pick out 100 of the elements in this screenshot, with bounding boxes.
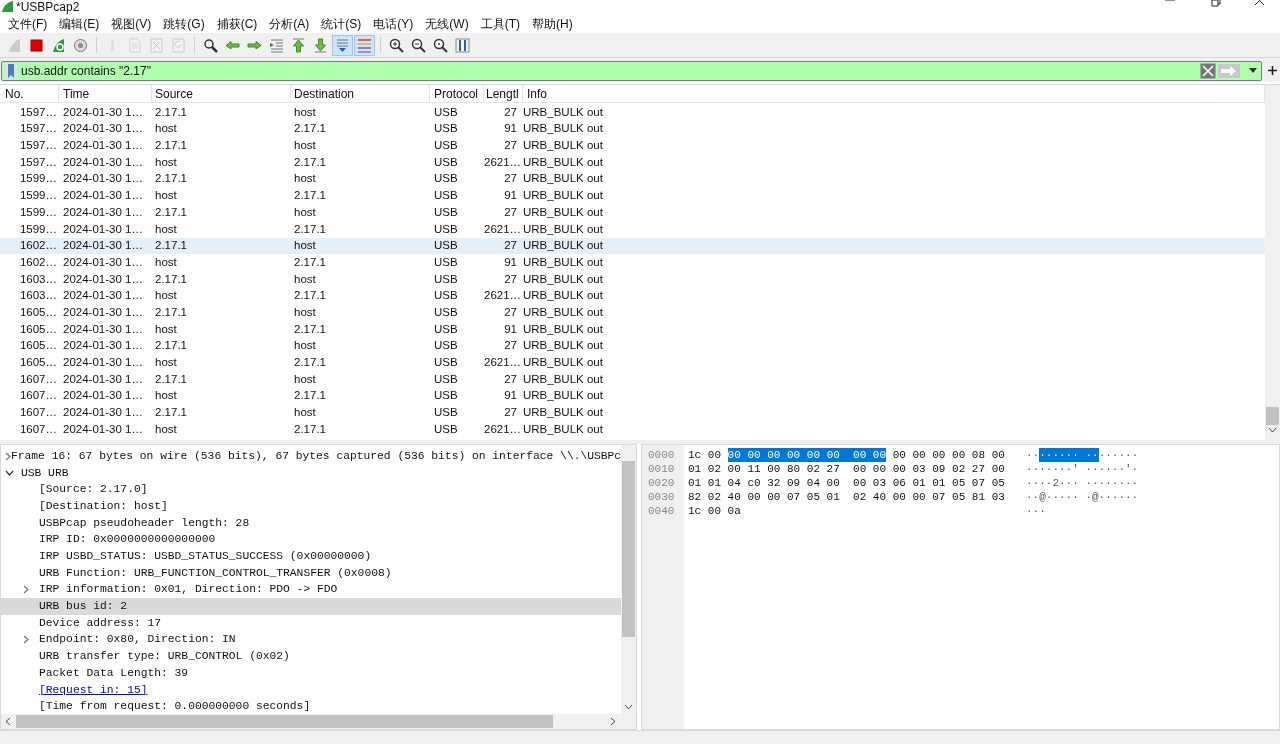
packet-row[interactable]: 1607… 2024-01-30 1… 2.17.1 host USB 27 URB_BULK out (0, 371, 1265, 388)
table-cell-text: 1605… (18, 355, 58, 371)
dropdown-caret-icon[interactable] (1249, 68, 1257, 73)
table-cell-text: 1599… (18, 188, 58, 204)
packet-row[interactable]: 1597… 2024-01-30 1… 2.17.1 host USB 27 URB_BULK out (0, 104, 1265, 121)
menu-item[interactable]: 捕获(C) (210, 15, 264, 33)
packet-row[interactable]: 1605… 2024-01-30 1… 2.17.1 host USB 27 URB_BULK out (0, 337, 1265, 355)
tree-row[interactable]: IRP ID: 0x0000000000000000 (1, 531, 621, 549)
tree-row[interactable]: Packet Data Length: 39 (1, 664, 621, 682)
table-cell-text: 1605… (18, 321, 58, 337)
filter-field[interactable]: usb.addr contains "2.17" (1, 60, 1262, 81)
tree-item-text: IRP ID: 0x0000000000000000 (39, 532, 216, 548)
tree-row[interactable]: USBPcap pseudoheader length: 28 (1, 514, 621, 532)
table-cell-text: 1602… (18, 238, 58, 254)
packet-row[interactable]: 1599… 2024-01-30 1… host 2.17.1 USB 91 URB_BULK out (0, 187, 1265, 205)
scroll-right-icon[interactable] (610, 717, 616, 726)
menu-item[interactable]: 统计(S) (315, 15, 368, 33)
scrollbar-thumb[interactable] (16, 715, 553, 728)
tree-row[interactable]: Device address: 17 (1, 614, 621, 632)
packet-row[interactable]: 1597… 2024-01-30 1… 2.17.1 host USB 27 URB_BULK out (0, 137, 1265, 155)
menu-item[interactable]: 工具(T) (474, 15, 526, 33)
restore-button[interactable] (1210, 0, 1222, 7)
table-cell-text: 2024-01-30 1… (62, 171, 144, 187)
colorize-icon[interactable] (354, 34, 375, 56)
scroll-down-icon[interactable] (1268, 427, 1277, 433)
scroll-down-icon[interactable] (624, 704, 633, 710)
column-header[interactable]: Time (59, 85, 152, 102)
packet-row[interactable]: 1607… 2024-01-30 1… host 2.17.1 USB 91 URB_BULK out (0, 387, 1265, 405)
menu-item[interactable]: 帮助(H) (526, 15, 579, 33)
packet-row[interactable]: 1605… 2024-01-30 1… host 2.17.1 USB 2621… URB_BULK out (0, 354, 1265, 371)
tree-row[interactable]: USB URB (1, 464, 621, 482)
scrollbar-thumb[interactable] (622, 461, 635, 637)
packet-row[interactable]: 1599… 2024-01-30 1… 2.17.1 host USB 27 URB_BULK out (0, 170, 1265, 188)
menu-item[interactable]: 分析(A) (263, 15, 316, 33)
packet-row[interactable]: 1602… 2024-01-30 1… 2.17.1 host USB 27 URB_BULK out (0, 237, 1265, 255)
table-cell-text: 2024-01-30 1… (62, 338, 144, 354)
tree-row[interactable]: [Request in: 15] (1, 681, 621, 699)
tree-item-text: Device address: 17 (39, 615, 162, 631)
table-cell-text: 27 (503, 204, 518, 220)
tree-row[interactable]: [Destination: host] (1, 498, 621, 515)
hex-bytes: 00 00 00 00 00 00 00 00 (727, 448, 887, 462)
table-cell-text: USB (433, 238, 459, 254)
packet-row[interactable]: 1603… 2024-01-30 1… host 2.17.1 USB 2621… URB_BULK out (0, 287, 1265, 305)
tree-row[interactable]: URB bus id: 2 (1, 598, 621, 615)
column-header[interactable]: Protocol (430, 85, 484, 102)
tree-row[interactable]: [Time from request: 0.000000000 seconds] (1, 698, 621, 714)
ascii-text: ······ (1098, 448, 1139, 462)
table-cell-text: URB_BULK out (523, 254, 604, 270)
menu-item[interactable]: 无线(W) (419, 15, 475, 33)
packet-row[interactable]: 1599… 2024-01-30 1… host 2.17.1 USB 2621… URB_BULK out (0, 220, 1265, 238)
packet-row[interactable]: 1603… 2024-01-30 1… 2.17.1 host USB 27 URB_BULK out (0, 270, 1265, 288)
menu-item[interactable]: 电话(Y) (367, 15, 420, 33)
column-header[interactable]: No. (0, 85, 59, 102)
tree-row[interactable]: [Source: 2.17.0] (1, 481, 621, 499)
table-cell-text: 1607… (18, 371, 58, 387)
table-cell-text: 2621… (484, 288, 523, 304)
table-cell-text: host (293, 271, 317, 287)
menu-item[interactable]: 跳转(G) (157, 15, 211, 33)
table-cell-text: 1603… (18, 288, 58, 304)
packet-row[interactable]: 1605… 2024-01-30 1… host 2.17.1 USB 91 URB_BULK out (0, 320, 1265, 338)
packet-row[interactable]: 1607… 2024-01-30 1… host 2.17.1 USB 2621… URB_BULK out (0, 421, 1265, 438)
add-icon[interactable] (1268, 66, 1277, 75)
table-cell-text: 2024-01-30 1… (62, 288, 144, 304)
packet-row[interactable]: 1599… 2024-01-30 1… 2.17.1 host USB 27 URB_BULK out (0, 204, 1265, 221)
table-cell-text: URB_BULK out (523, 104, 604, 120)
menu-item[interactable]: 文件(F) (2, 15, 54, 33)
table-cell-text: host (154, 355, 178, 371)
table-cell-text: host (154, 254, 178, 270)
scroll-left-icon[interactable] (5, 717, 11, 726)
scrollbar-thumb[interactable] (1266, 407, 1279, 425)
scrollbar[interactable] (621, 445, 636, 714)
tree-row[interactable]: Endpoint: 0x80, Direction: IN (1, 631, 621, 649)
table-cell-text: 2024-01-30 1… (62, 188, 144, 204)
tree-row[interactable]: IRP USBD_STATUS: USBD_STATUS_SUCCESS (0x00000000) (1, 548, 621, 565)
table-cell-text: host (293, 304, 317, 320)
hex-bytes: 01 02 00 11 00 80 02 27 00 00 00 03 09 02 27 00 (688, 462, 1005, 476)
clear-icon[interactable] (1200, 62, 1216, 79)
link[interactable]: [Request in: 15] (39, 681, 148, 699)
column-header[interactable]: Destination (291, 85, 430, 102)
table-cell-text: 2024-01-30 1… (62, 304, 144, 320)
scrollbar[interactable] (1, 714, 636, 729)
tree-row[interactable]: URB transfer type: URB_CONTROL (0x02) (1, 648, 621, 665)
column-header[interactable]: Lengtl (484, 85, 523, 102)
table-cell-text: USB (433, 288, 459, 304)
column-header[interactable]: Source (152, 85, 291, 102)
table-cell-text: host (154, 221, 178, 237)
autoscroll-icon[interactable] (332, 34, 353, 56)
table-cell-text: 2024-01-30 1… (62, 355, 144, 371)
packet-row[interactable]: 1597… 2024-01-30 1… host 2.17.1 USB 91 URB_BULK out (0, 120, 1265, 138)
tree-row[interactable]: IRP information: 0x01, Direction: PDO -> FDO (1, 581, 621, 599)
tree-row[interactable]: URB Function: URB_FUNCTION_CONTROL_TRANSFER (0x0008) (1, 564, 621, 582)
menu-item[interactable]: 视图(V) (105, 15, 158, 33)
packet-row[interactable]: 1597… 2024-01-30 1… host 2.17.1 USB 2621… URB_BULK out (0, 154, 1265, 171)
table-cell-text: 2.17.1 (293, 221, 327, 237)
table-cell-text: USB (433, 188, 459, 204)
menu-item[interactable]: 编辑(E) (53, 15, 106, 33)
scrollbar[interactable] (1265, 85, 1280, 440)
packet-row[interactable]: 1607… 2024-01-30 1… 2.17.1 host USB 27 URB_BULK out (0, 404, 1265, 422)
packet-row[interactable]: 1605… 2024-01-30 1… 2.17.1 host USB 27 URB_BULK out (0, 304, 1265, 321)
packet-row[interactable]: 1602… 2024-01-30 1… host 2.17.1 USB 91 URB_BULK out (0, 254, 1265, 271)
